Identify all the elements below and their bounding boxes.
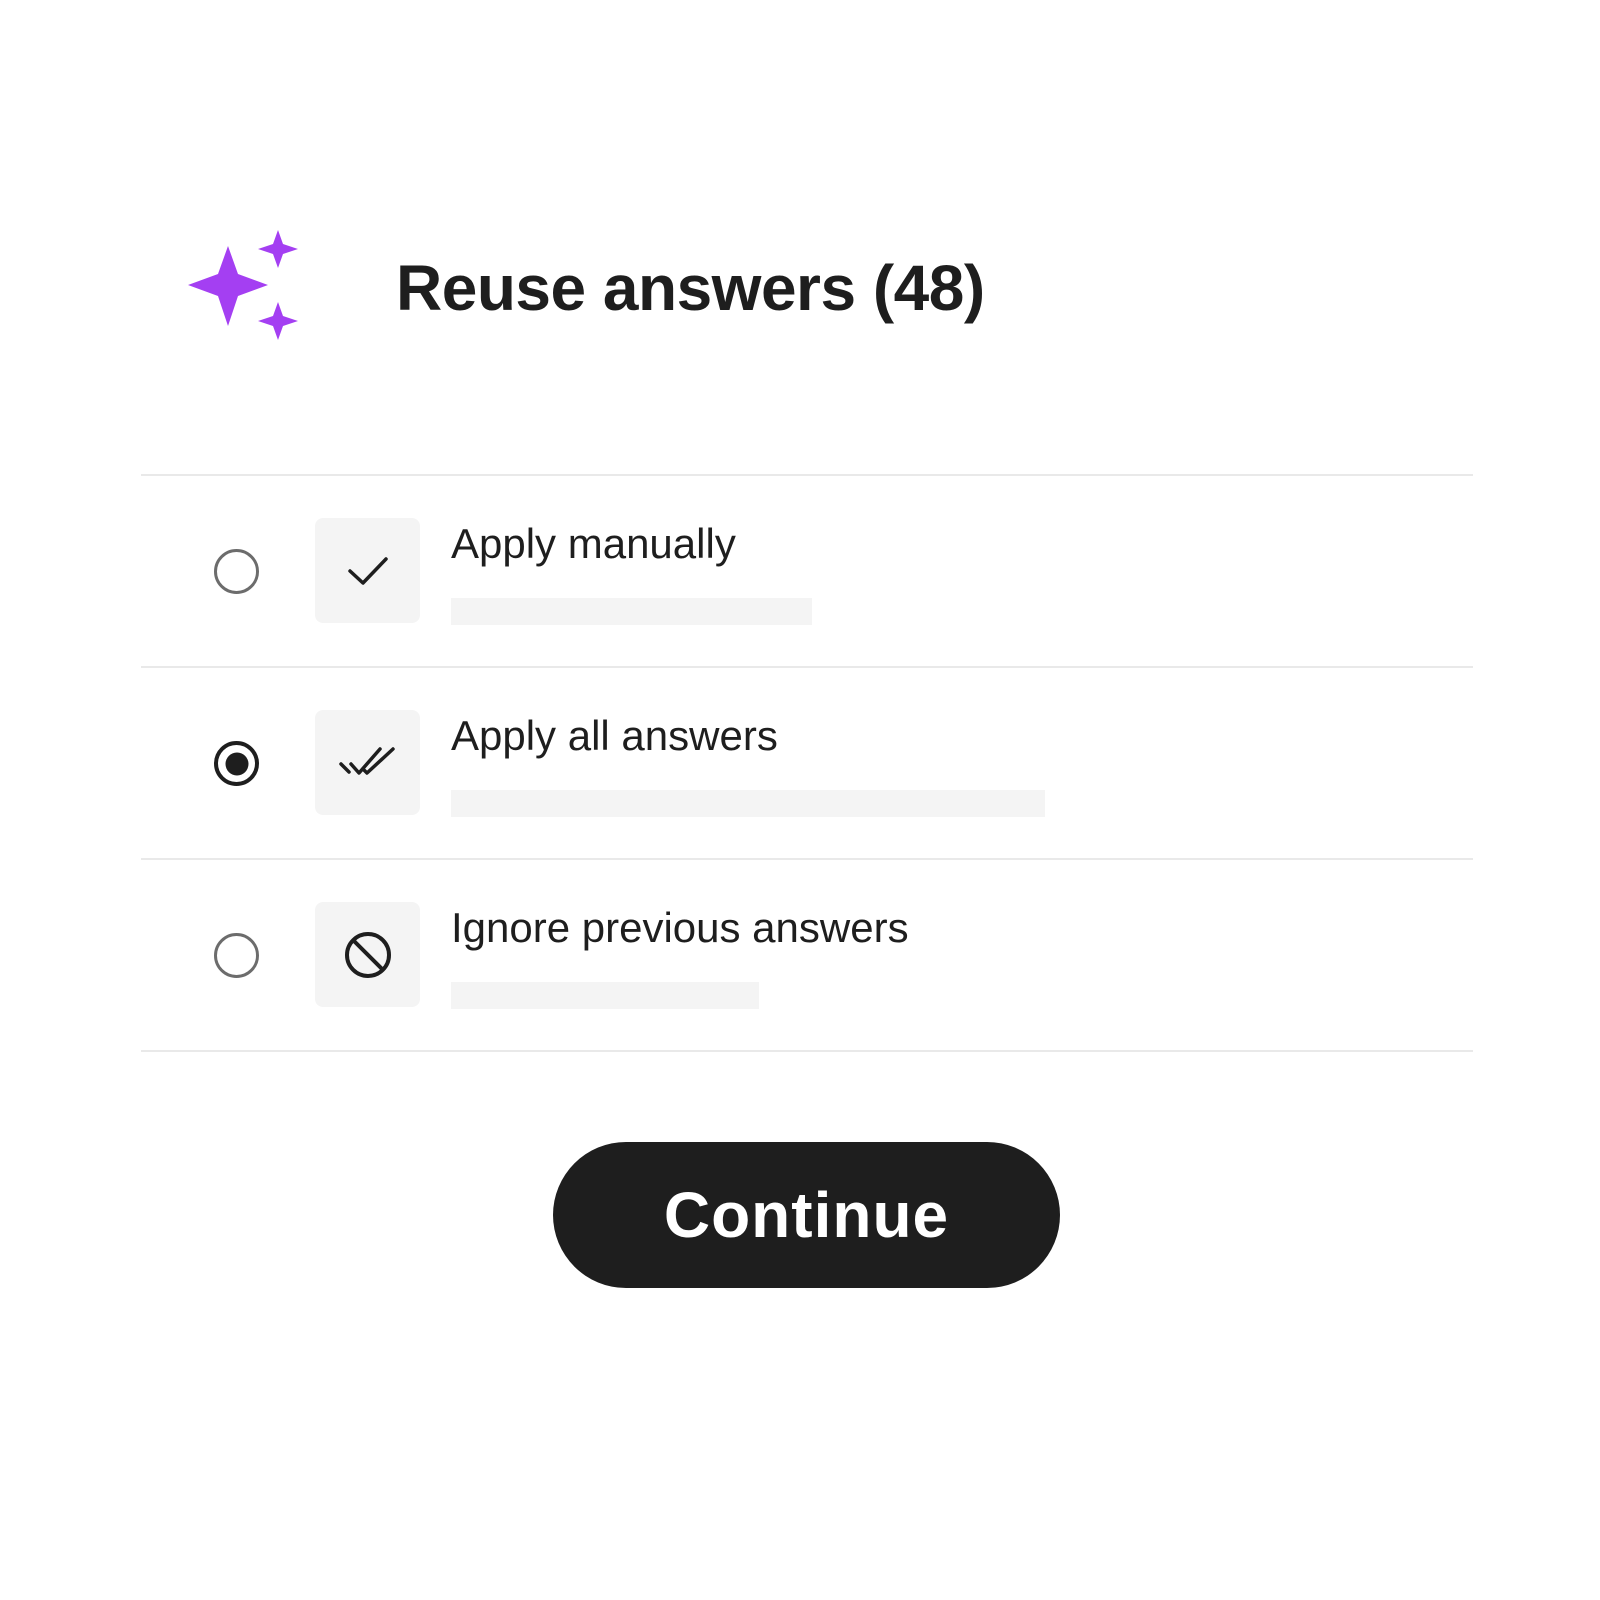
check-icon-tile <box>315 518 420 623</box>
radio-button-selected[interactable] <box>214 741 259 786</box>
double-check-icon <box>338 746 395 775</box>
option-label: Ignore previous answers <box>451 904 909 951</box>
description-placeholder <box>451 790 1045 817</box>
reuse-answers-dialog: Reuse answers (48) Apply manually Apply … <box>0 0 1600 1600</box>
ban-icon-tile <box>315 902 420 1007</box>
description-placeholder <box>451 598 812 625</box>
option-label: Apply manually <box>451 520 736 567</box>
option-ignore-previous-answers[interactable]: Ignore previous answers <box>141 860 1473 1050</box>
check-icon <box>347 556 388 585</box>
option-apply-all-answers[interactable]: Apply all answers <box>141 668 1473 858</box>
double-check-icon-tile <box>315 710 420 815</box>
page-title: Reuse answers (48) <box>396 252 985 324</box>
description-placeholder <box>451 982 759 1009</box>
sparkles-icon <box>188 230 298 340</box>
radio-button[interactable] <box>214 933 259 978</box>
radio-button[interactable] <box>214 549 259 594</box>
continue-button[interactable]: Continue <box>553 1142 1060 1288</box>
option-label: Apply all answers <box>451 712 778 759</box>
radio-dot <box>225 752 248 775</box>
divider <box>141 1050 1473 1052</box>
ban-icon <box>344 931 391 978</box>
options-list: Apply manually Apply all answers Ignore … <box>141 474 1473 1052</box>
option-apply-manually[interactable]: Apply manually <box>141 476 1473 666</box>
